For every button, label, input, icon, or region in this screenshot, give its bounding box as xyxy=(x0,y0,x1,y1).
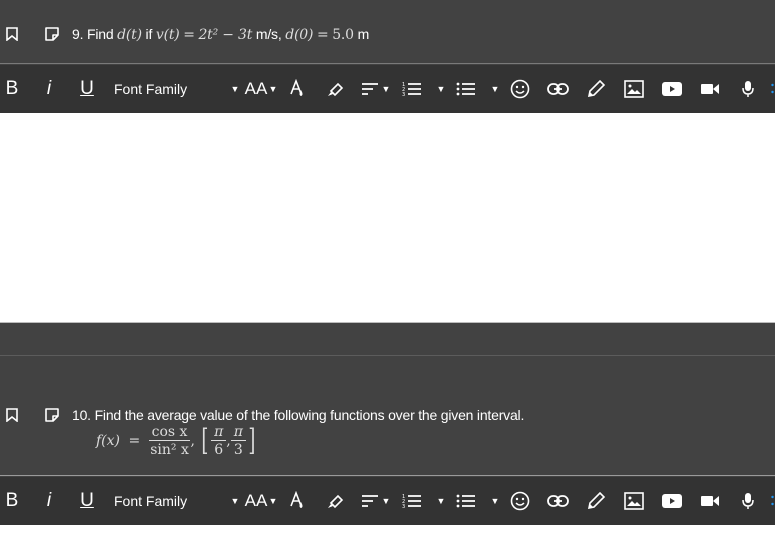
question-10-header: 10. Find the average value of the follow… xyxy=(0,357,775,476)
bold-button[interactable]: B xyxy=(4,65,20,113)
editor-toolbar: B i U Font Family ▼ AA ▼ ▼ 123 ▼ ▼ xyxy=(0,65,775,113)
math-lhs: f(x) xyxy=(96,433,121,449)
right-bracket: ] xyxy=(248,423,256,458)
units-text: m/s, xyxy=(255,26,282,42)
fraction-denominator: 6 xyxy=(214,442,224,458)
emoji-icon[interactable] xyxy=(510,65,530,113)
math-equals: = xyxy=(128,433,141,449)
chevron-down-icon[interactable]: ▼ xyxy=(230,65,240,113)
svg-text:3: 3 xyxy=(402,92,405,97)
font-family-select[interactable]: Font Family xyxy=(114,65,224,113)
fraction-numerator: cos x xyxy=(148,425,191,441)
fraction-denominator: 3 xyxy=(233,442,243,458)
bookmark-icon[interactable] xyxy=(6,27,18,41)
chevron-down-icon[interactable]: ▼ xyxy=(436,65,446,113)
emoji-icon[interactable] xyxy=(510,477,530,525)
video-camera-icon[interactable] xyxy=(700,65,720,113)
chevron-down-icon[interactable]: ▼ xyxy=(230,477,240,525)
italic-button[interactable]: i xyxy=(42,65,56,113)
math-d-of-0: d(0) xyxy=(285,27,314,43)
font-size-select[interactable]: AA xyxy=(244,477,268,525)
chevron-down-icon[interactable]: ▼ xyxy=(490,65,500,113)
math-v-of-t: v(t) xyxy=(155,27,180,43)
question-9-text: 9. Find d(t) if v(t) = 2t² − 3t m/s, d(0… xyxy=(72,26,369,43)
answer-editor-9[interactable] xyxy=(0,113,775,323)
microphone-icon[interactable] xyxy=(740,477,756,525)
underline-button[interactable]: U xyxy=(78,477,96,525)
note-icon[interactable] xyxy=(44,26,60,42)
left-bracket: [ xyxy=(201,423,209,458)
link-icon[interactable] xyxy=(547,65,569,113)
editor-toolbar: B i U Font Family ▼ AA ▼ ▼ 123 ▼ ▼ xyxy=(0,477,775,525)
more-icon[interactable] xyxy=(770,477,775,525)
pencil-icon[interactable] xyxy=(585,477,607,525)
chevron-down-icon[interactable]: ▼ xyxy=(268,65,278,113)
more-icon[interactable] xyxy=(770,65,775,113)
math-fraction: cos x sin² x xyxy=(148,425,191,458)
fraction-numerator: π xyxy=(211,425,227,441)
chevron-down-icon[interactable]: ▼ xyxy=(381,65,391,113)
ordered-list-icon[interactable]: 123 xyxy=(402,65,422,113)
highlighter-icon[interactable] xyxy=(326,477,346,525)
question-9-header: 9. Find d(t) if v(t) = 2t² − 3t m/s, d(0… xyxy=(0,0,775,64)
font-size-label: AA xyxy=(244,79,268,98)
math-equals: = xyxy=(183,27,195,43)
chevron-down-icon[interactable]: ▼ xyxy=(436,477,446,525)
chevron-down-icon[interactable]: ▼ xyxy=(490,477,500,525)
font-color-icon[interactable] xyxy=(288,65,308,113)
pencil-icon[interactable] xyxy=(585,65,607,113)
question-10-text: 10. Find the average value of the follow… xyxy=(72,407,524,423)
math-equals: = xyxy=(316,27,329,43)
math-formula: f(x) = cos x sin² x , [ π 6 , π 3 ] xyxy=(96,425,258,457)
bookmark-icon[interactable] xyxy=(6,408,18,422)
bold-button[interactable]: B xyxy=(4,477,20,525)
question-separator xyxy=(0,324,775,356)
link-icon[interactable] xyxy=(547,477,569,525)
image-icon[interactable] xyxy=(623,65,645,113)
fraction-denominator: sin² x xyxy=(150,442,189,458)
bullet-list-icon[interactable] xyxy=(456,65,476,113)
math-expression: 2t² − 3t xyxy=(198,27,253,43)
chevron-down-icon[interactable]: ▼ xyxy=(381,477,391,525)
video-camera-icon[interactable] xyxy=(700,477,720,525)
font-family-select[interactable]: Font Family xyxy=(114,477,224,525)
note-icon[interactable] xyxy=(44,407,60,423)
image-icon[interactable] xyxy=(623,477,645,525)
youtube-icon[interactable] xyxy=(661,65,683,113)
font-size-label: AA xyxy=(244,491,268,510)
align-icon[interactable] xyxy=(360,65,380,113)
question-number: 10. xyxy=(72,407,91,423)
units-text: m xyxy=(357,26,370,42)
align-icon[interactable] xyxy=(360,477,380,525)
question-text: Find xyxy=(86,26,114,42)
youtube-icon[interactable] xyxy=(661,477,683,525)
math-d-of-t: d(t) xyxy=(117,27,142,43)
math-value: 5.0 xyxy=(332,27,354,43)
fraction-numerator: π xyxy=(230,425,246,441)
question-number: 9. xyxy=(72,26,84,42)
question-text: if xyxy=(145,26,153,42)
ordered-list-icon[interactable]: 123 xyxy=(402,477,422,525)
highlighter-icon[interactable] xyxy=(326,65,346,113)
question-text: Find the average value of the following … xyxy=(94,407,525,423)
italic-button[interactable]: i xyxy=(42,477,56,525)
interval-right: π 3 xyxy=(230,425,246,458)
chevron-down-icon[interactable]: ▼ xyxy=(268,477,278,525)
font-color-icon[interactable] xyxy=(288,477,308,525)
font-size-select[interactable]: AA xyxy=(244,65,268,113)
interval-left: π 6 xyxy=(211,425,227,458)
svg-text:3: 3 xyxy=(402,504,405,509)
underline-button[interactable]: U xyxy=(78,65,96,113)
bullet-list-icon[interactable] xyxy=(456,477,476,525)
answer-editor-10[interactable] xyxy=(0,525,775,534)
microphone-icon[interactable] xyxy=(740,65,756,113)
math-comma: , xyxy=(190,433,195,449)
